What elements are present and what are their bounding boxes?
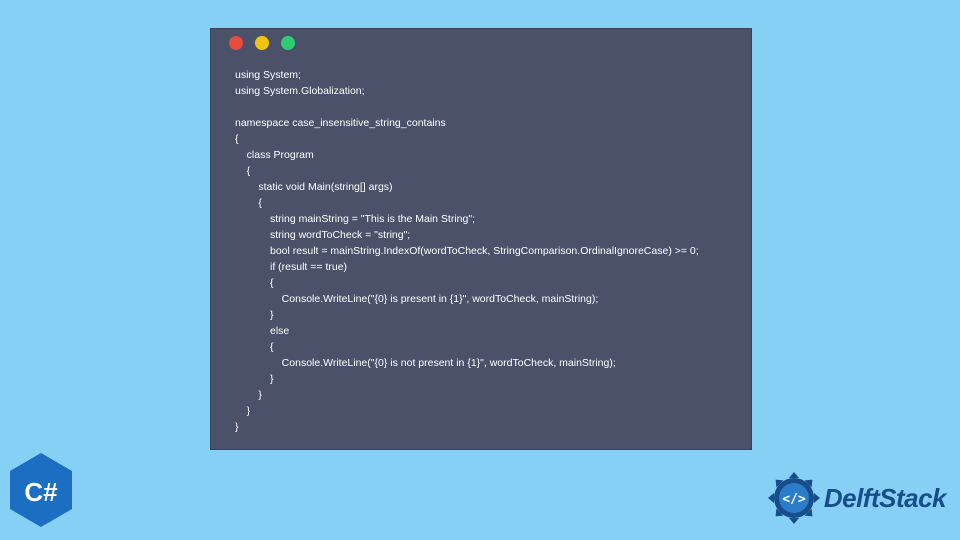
csharp-logo-icon: C#: [6, 451, 76, 534]
code-window: using System; using System.Globalization…: [210, 28, 752, 450]
svg-text:</>: </>: [782, 492, 806, 507]
code-content: using System; using System.Globalization…: [211, 57, 751, 445]
window-titlebar: [211, 29, 751, 57]
csharp-label: C#: [24, 477, 58, 507]
delftstack-logo: </> DelftStack: [766, 470, 946, 526]
maximize-dot-icon[interactable]: [281, 36, 295, 50]
delftstack-gear-icon: </>: [766, 470, 822, 526]
minimize-dot-icon[interactable]: [255, 36, 269, 50]
delftstack-label: DelftStack: [824, 483, 946, 514]
close-dot-icon[interactable]: [229, 36, 243, 50]
